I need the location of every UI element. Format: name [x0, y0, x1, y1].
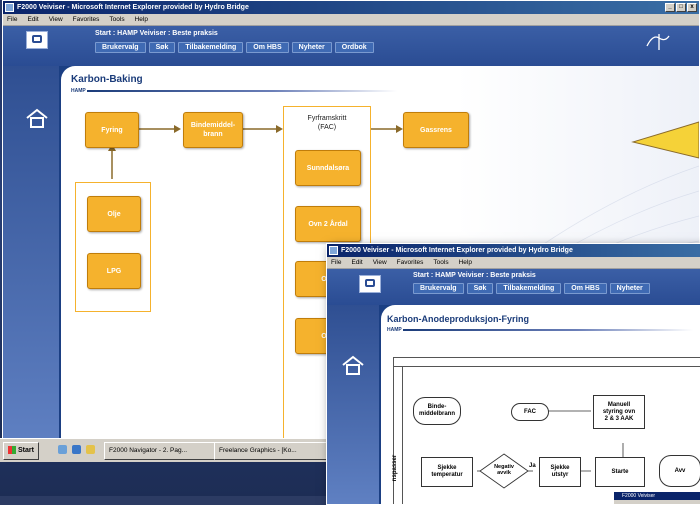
site-header: Start : HAMP Veiviser : Beste praksis Br… — [3, 26, 699, 66]
menu-bar: File Edit View Favorites Tools Help — [327, 257, 700, 269]
sidebar — [327, 305, 379, 504]
nav-om-hbs[interactable]: Om HBS — [564, 283, 607, 294]
menu-bar: File Edit View Favorites Tools Help — [3, 14, 699, 26]
menu-favorites[interactable]: Favorites — [397, 257, 424, 268]
browser-window-front[interactable]: F2000 Veiviser - Microsoft Internet Expl… — [326, 243, 700, 505]
menu-tools[interactable]: Tools — [433, 257, 448, 268]
nav-tilbakemelding[interactable]: Tilbakemelding — [178, 42, 244, 53]
company-logo[interactable] — [359, 275, 381, 293]
hydro-logo-icon — [646, 34, 670, 50]
window-title: F2000 Veiviser - Microsoft Internet Expl… — [341, 247, 573, 254]
home-icon[interactable] — [341, 355, 365, 375]
nav-brukervalg[interactable]: Brukervalg — [413, 283, 464, 294]
nav-nyheter[interactable]: Nyheter — [291, 42, 332, 53]
mini-window-titlebar[interactable]: F2000 Veiviser — [614, 492, 700, 500]
menu-view[interactable]: View — [373, 257, 387, 268]
flow-bindemiddelbrann[interactable]: Binde- middelbrann — [413, 397, 461, 425]
desktop-icon[interactable] — [58, 445, 67, 454]
nav-om-hbs[interactable]: Om HBS — [246, 42, 289, 53]
taskbar: Start F2000 Navigator - 2. Pag... Freela… — [0, 438, 332, 462]
window-title: F2000 Veiviser - Microsoft Internet Expl… — [17, 4, 249, 11]
flow-fyring[interactable]: Fyring — [85, 112, 139, 148]
menu-tools[interactable]: Tools — [109, 14, 124, 25]
ie-icon — [5, 3, 14, 12]
ie-quicklaunch-icon[interactable] — [72, 445, 81, 454]
nav-sok[interactable]: Søk — [466, 283, 494, 294]
site-nav: Brukervalg Søk Tilbakemelding Om HBS Nyh… — [95, 42, 374, 53]
maximize-button[interactable]: □ — [676, 3, 686, 12]
menu-edit[interactable]: Edit — [351, 257, 362, 268]
flow-sjekke-temperatur[interactable]: Sjekke temperatur — [421, 457, 473, 487]
title-bar[interactable]: F2000 Veiviser - Microsoft Internet Expl… — [327, 244, 700, 257]
taskbar-item-navigator[interactable]: F2000 Navigator - 2. Pag... — [104, 442, 220, 460]
breadcrumb[interactable]: Start : HAMP Veiviser : Beste praksis — [95, 30, 218, 37]
nav-ordbok[interactable]: Ordbok — [334, 42, 374, 53]
flow-fac[interactable]: FAC — [511, 403, 549, 421]
taskbar-item-freelance[interactable]: Freelance Graphics - [Ko... — [214, 442, 332, 460]
flow-ovn2-ardal[interactable]: Ovn 2 Årdal — [295, 206, 361, 242]
flow-manuell-styring[interactable]: Manuell styring ovn 2 & 3 AAK — [593, 395, 645, 429]
site-nav: Brukervalg Søk Tilbakemelding Om HBS Nyh… — [413, 283, 650, 294]
company-logo[interactable] — [26, 31, 48, 49]
title-bar[interactable]: F2000 Veiviser - Microsoft Internet Expl… — [3, 1, 699, 14]
flow-fyrframskritt: Fyrframskritt (FAC) — [307, 115, 347, 131]
menu-edit[interactable]: Edit — [27, 14, 38, 25]
outlook-icon[interactable] — [86, 445, 95, 454]
menu-file[interactable]: File — [331, 257, 341, 268]
menu-file[interactable]: File — [7, 14, 17, 25]
nav-sok[interactable]: Søk — [148, 42, 176, 53]
main-content: Karbon-Anodeproduksjon-Fyring HAMP nspas… — [381, 305, 700, 504]
minimize-button[interactable]: _ — [665, 3, 675, 12]
decision-label: Negativ avvik — [494, 464, 514, 476]
mini-window[interactable]: F2000 Veiviser — [613, 491, 700, 504]
yes-label: Ja — [529, 463, 536, 469]
nav-brukervalg[interactable]: Brukervalg — [95, 42, 146, 53]
flow-bindemiddelbrann[interactable]: Bindemiddel- brann — [183, 112, 243, 148]
start-label: Start — [18, 447, 34, 454]
flow-sjekke-utstyr[interactable]: Sjekke utstyr — [539, 457, 581, 487]
start-button[interactable]: Start — [3, 442, 39, 460]
home-icon[interactable] — [25, 108, 49, 128]
menu-view[interactable]: View — [49, 14, 63, 25]
nav-tilbakemelding[interactable]: Tilbakemelding — [496, 283, 562, 294]
menu-help[interactable]: Help — [459, 257, 472, 268]
flow-lpg[interactable]: LPG — [87, 253, 141, 289]
close-button[interactable]: x — [687, 3, 697, 12]
flow-sunndalsora[interactable]: Sunndalsøra — [295, 150, 361, 186]
breadcrumb[interactable]: Start : HAMP Veiviser : Beste praksis — [413, 272, 536, 279]
menu-help[interactable]: Help — [135, 14, 148, 25]
flow-starte[interactable]: Starte — [595, 457, 645, 487]
windows-logo-icon — [8, 446, 16, 455]
flow-gassrens[interactable]: Gassrens — [403, 112, 469, 148]
ie-icon — [329, 246, 338, 255]
site-header: Start : HAMP Veiviser : Beste praksis Br… — [327, 269, 700, 305]
menu-favorites[interactable]: Favorites — [73, 14, 100, 25]
nav-nyheter[interactable]: Nyheter — [609, 283, 650, 294]
flow-avvik[interactable]: Avv — [659, 455, 700, 487]
flow-olje[interactable]: Olje — [87, 196, 141, 232]
page-area: Start : HAMP Veiviser : Beste praksis Br… — [327, 269, 700, 504]
